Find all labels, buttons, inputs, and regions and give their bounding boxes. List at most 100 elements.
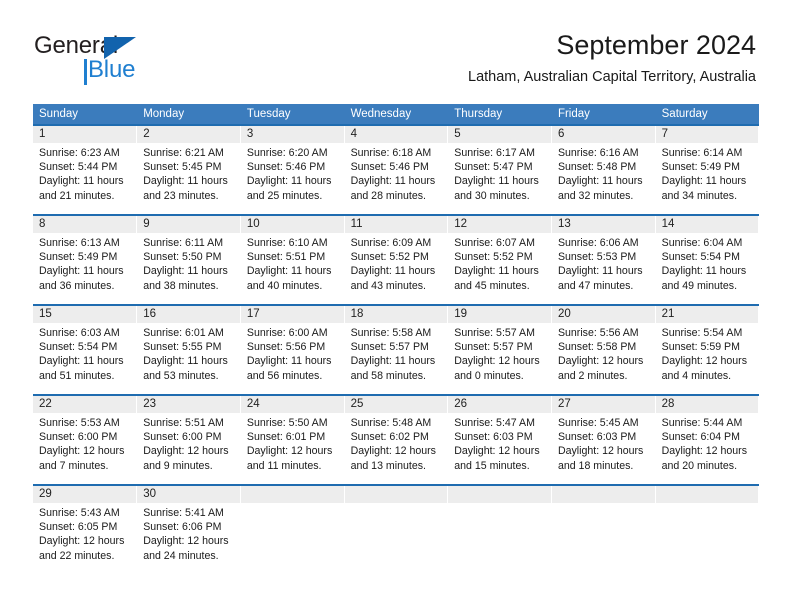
calendar-day-cell[interactable]: 15 Sunrise: 6:03 AM Sunset: 5:54 PM Dayligh… [33, 304, 138, 395]
calendar-week-row: 8 Sunrise: 6:13 AM Sunset: 5:49 PM Daylight… [33, 214, 760, 305]
day-details: Sunrise: 5:54 AM Sunset: 5:59 PM Daylight:… [656, 323, 759, 383]
daylight-text: Daylight: 11 hours and 32 minutes. [557, 175, 643, 202]
sunrise-text: Sunrise: 5:47 AM [454, 417, 535, 429]
day-details: Sunrise: 6:14 AM Sunset: 5:49 PM Daylight:… [656, 143, 759, 203]
calendar-day-cell[interactable]: 9 Sunrise: 6:11 AM Sunset: 5:50 PM Daylight… [136, 214, 241, 305]
calendar-day-cell[interactable]: 4 Sunrise: 6:18 AM Sunset: 5:46 PM Daylight… [344, 124, 449, 215]
day-details: Sunrise: 5:44 AM Sunset: 6:04 PM Daylight:… [656, 413, 759, 473]
sunrise-text: Sunrise: 5:44 AM [661, 417, 743, 429]
daylight-text: Daylight: 11 hours and 49 minutes. [661, 265, 747, 292]
sunset-text: Sunset: 6:02 PM [350, 431, 429, 444]
calendar-day-cell[interactable]: 6 Sunrise: 6:16 AM Sunset: 5:48 PM Daylight… [551, 124, 656, 215]
day-details: Sunrise: 6:17 AM Sunset: 5:47 PM Daylight:… [448, 143, 551, 203]
sunrise-text: Sunrise: 6:06 AM [557, 237, 639, 249]
calendar-day-cell[interactable]: 10 Sunrise: 6:10 AM Sunset: 5:51 PM Dayligh… [240, 214, 345, 305]
sunset-text: Sunset: 5:57 PM [350, 341, 429, 354]
daylight-text: Daylight: 11 hours and 25 minutes. [246, 175, 332, 202]
day-number: 21 [655, 306, 759, 323]
calendar-day-cell[interactable]: 20 Sunrise: 5:56 AM Sunset: 5:58 PM Dayligh… [551, 304, 656, 395]
calendar-day-cell-empty [240, 484, 345, 573]
sunset-text: Sunset: 5:46 PM [350, 161, 429, 174]
calendar-day-cell[interactable]: 28 Sunrise: 5:44 AM Sunset: 6:04 PM Dayligh… [655, 394, 760, 485]
sunrise-text: Sunrise: 6:13 AM [39, 237, 120, 249]
sunrise-text: Sunrise: 5:54 AM [661, 327, 743, 339]
day-details: Sunrise: 6:03 AM Sunset: 5:54 PM Daylight:… [33, 323, 136, 383]
calendar-day-cell[interactable]: 19 Sunrise: 5:57 AM Sunset: 5:57 PM Dayligh… [447, 304, 552, 395]
calendar-day-cell[interactable]: 29 Sunrise: 5:43 AM Sunset: 6:05 PM Dayligh… [33, 484, 138, 573]
calendar-week-row: 22 Sunrise: 5:53 AM Sunset: 6:00 PM Dayligh… [33, 394, 760, 485]
sunrise-text: Sunrise: 6:18 AM [350, 147, 432, 159]
sunset-text: Sunset: 5:44 PM [39, 161, 118, 174]
day-details: Sunrise: 6:20 AM Sunset: 5:46 PM Daylight:… [241, 143, 344, 203]
day-details: Sunrise: 6:21 AM Sunset: 5:45 PM Daylight:… [137, 143, 240, 203]
calendar-day-cell[interactable]: 26 Sunrise: 5:47 AM Sunset: 6:03 PM Dayligh… [447, 394, 552, 485]
sunset-text: Sunset: 5:54 PM [661, 251, 740, 264]
calendar-day-cell[interactable]: 22 Sunrise: 5:53 AM Sunset: 6:00 PM Dayligh… [33, 394, 138, 485]
weekday-header-monday: Monday [136, 104, 241, 125]
sunrise-text: Sunrise: 5:57 AM [454, 327, 535, 339]
day-details: Sunrise: 6:23 AM Sunset: 5:44 PM Daylight:… [33, 143, 136, 203]
sunrise-text: Sunrise: 6:16 AM [557, 147, 639, 159]
calendar-day-cell[interactable]: 3 Sunrise: 6:20 AM Sunset: 5:46 PM Daylight… [240, 124, 345, 215]
sunset-text: Sunset: 5:50 PM [143, 251, 222, 264]
day-details: Sunrise: 6:11 AM Sunset: 5:50 PM Daylight:… [137, 233, 240, 293]
sunrise-text: Sunrise: 6:20 AM [246, 147, 328, 159]
calendar-table: Sunday Monday Tuesday Wednesday Thursday… [33, 104, 760, 573]
day-details: Sunrise: 6:16 AM Sunset: 5:48 PM Daylight:… [552, 143, 655, 203]
calendar-day-cell[interactable]: 5 Sunrise: 6:17 AM Sunset: 5:47 PM Daylight… [447, 124, 552, 215]
sunrise-text: Sunrise: 5:58 AM [350, 327, 432, 339]
calendar-day-cell[interactable]: 8 Sunrise: 6:13 AM Sunset: 5:49 PM Daylight… [33, 214, 138, 305]
sunset-text: Sunset: 5:45 PM [143, 161, 222, 174]
sunset-text: Sunset: 5:47 PM [454, 161, 533, 174]
calendar-day-cell[interactable]: 17 Sunrise: 6:00 AM Sunset: 5:56 PM Dayligh… [240, 304, 345, 395]
calendar-day-cell[interactable]: 13 Sunrise: 6:06 AM Sunset: 5:53 PM Dayligh… [551, 214, 656, 305]
daylight-text: Daylight: 11 hours and 58 minutes. [350, 355, 436, 382]
daylight-text: Daylight: 11 hours and 38 minutes. [143, 265, 228, 292]
weekday-header-saturday: Saturday [655, 104, 760, 125]
calendar-day-cell[interactable]: 27 Sunrise: 5:45 AM Sunset: 6:03 PM Dayligh… [551, 394, 656, 485]
sunrise-text: Sunrise: 6:03 AM [39, 327, 120, 339]
sunrise-text: Sunrise: 6:17 AM [454, 147, 535, 159]
brand-logo[interactable]: General Blue [34, 33, 214, 91]
calendar-day-cell-empty [551, 484, 656, 573]
calendar-day-cell[interactable]: 16 Sunrise: 6:01 AM Sunset: 5:55 PM Dayligh… [136, 304, 241, 395]
day-number: 17 [240, 306, 344, 323]
daylight-text: Daylight: 12 hours and 4 minutes. [661, 355, 748, 382]
daylight-text: Daylight: 12 hours and 24 minutes. [143, 535, 229, 562]
day-details: Sunrise: 6:09 AM Sunset: 5:52 PM Daylight:… [345, 233, 448, 293]
daylight-text: Daylight: 11 hours and 43 minutes. [350, 265, 436, 292]
daylight-text: Daylight: 12 hours and 22 minutes. [39, 535, 125, 562]
sunrise-text: Sunrise: 6:23 AM [39, 147, 120, 159]
day-number: 16 [137, 306, 240, 323]
daylight-text: Daylight: 12 hours and 15 minutes. [454, 445, 540, 472]
sunset-text: Sunset: 6:04 PM [661, 431, 740, 444]
calendar-day-cell[interactable]: 7 Sunrise: 6:14 AM Sunset: 5:49 PM Daylight… [655, 124, 760, 215]
sunrise-text: Sunrise: 6:10 AM [246, 237, 328, 249]
calendar-day-cell[interactable]: 21 Sunrise: 5:54 AM Sunset: 5:59 PM Dayligh… [655, 304, 760, 395]
title-block: September 2024 Latham, Australian Capita… [468, 28, 756, 86]
day-details: Sunrise: 5:50 AM Sunset: 6:01 PM Daylight:… [241, 413, 344, 473]
sunrise-text: Sunrise: 6:14 AM [661, 147, 743, 159]
daylight-text: Daylight: 11 hours and 56 minutes. [246, 355, 332, 382]
day-details: Sunrise: 5:43 AM Sunset: 6:05 PM Daylight:… [33, 503, 136, 563]
calendar-day-cell[interactable]: 25 Sunrise: 5:48 AM Sunset: 6:02 PM Dayligh… [344, 394, 449, 485]
calendar-day-cell[interactable]: 11 Sunrise: 6:09 AM Sunset: 5:52 PM Dayligh… [344, 214, 449, 305]
calendar-day-cell[interactable]: 14 Sunrise: 6:04 AM Sunset: 5:54 PM Dayligh… [655, 214, 760, 305]
sunrise-text: Sunrise: 5:56 AM [557, 327, 639, 339]
calendar-day-cell[interactable]: 24 Sunrise: 5:50 AM Sunset: 6:01 PM Dayligh… [240, 394, 345, 485]
sunrise-text: Sunrise: 6:09 AM [350, 237, 432, 249]
calendar-day-cell[interactable]: 23 Sunrise: 5:51 AM Sunset: 6:00 PM Dayligh… [136, 394, 241, 485]
calendar-body: 1 Sunrise: 6:23 AM Sunset: 5:44 PM Daylight… [33, 124, 760, 573]
day-details: Sunrise: 5:47 AM Sunset: 6:03 PM Daylight:… [448, 413, 551, 473]
sunset-text: Sunset: 6:03 PM [454, 431, 533, 444]
daylight-text: Daylight: 11 hours and 21 minutes. [39, 175, 124, 202]
calendar-day-cell[interactable]: 30 Sunrise: 5:41 AM Sunset: 6:06 PM Dayligh… [136, 484, 241, 573]
day-number: 25 [344, 396, 448, 413]
daylight-text: Daylight: 12 hours and 13 minutes. [350, 445, 436, 472]
day-details: Sunrise: 6:10 AM Sunset: 5:51 PM Daylight:… [241, 233, 344, 293]
calendar-day-cell[interactable]: 18 Sunrise: 5:58 AM Sunset: 5:57 PM Dayligh… [344, 304, 449, 395]
calendar-day-cell[interactable]: 12 Sunrise: 6:07 AM Sunset: 5:52 PM Dayligh… [447, 214, 552, 305]
sunset-text: Sunset: 5:52 PM [454, 251, 533, 264]
calendar-day-cell[interactable]: 1 Sunrise: 6:23 AM Sunset: 5:44 PM Daylight… [33, 124, 138, 215]
calendar-day-cell[interactable]: 2 Sunrise: 6:21 AM Sunset: 5:45 PM Daylight… [136, 124, 241, 215]
